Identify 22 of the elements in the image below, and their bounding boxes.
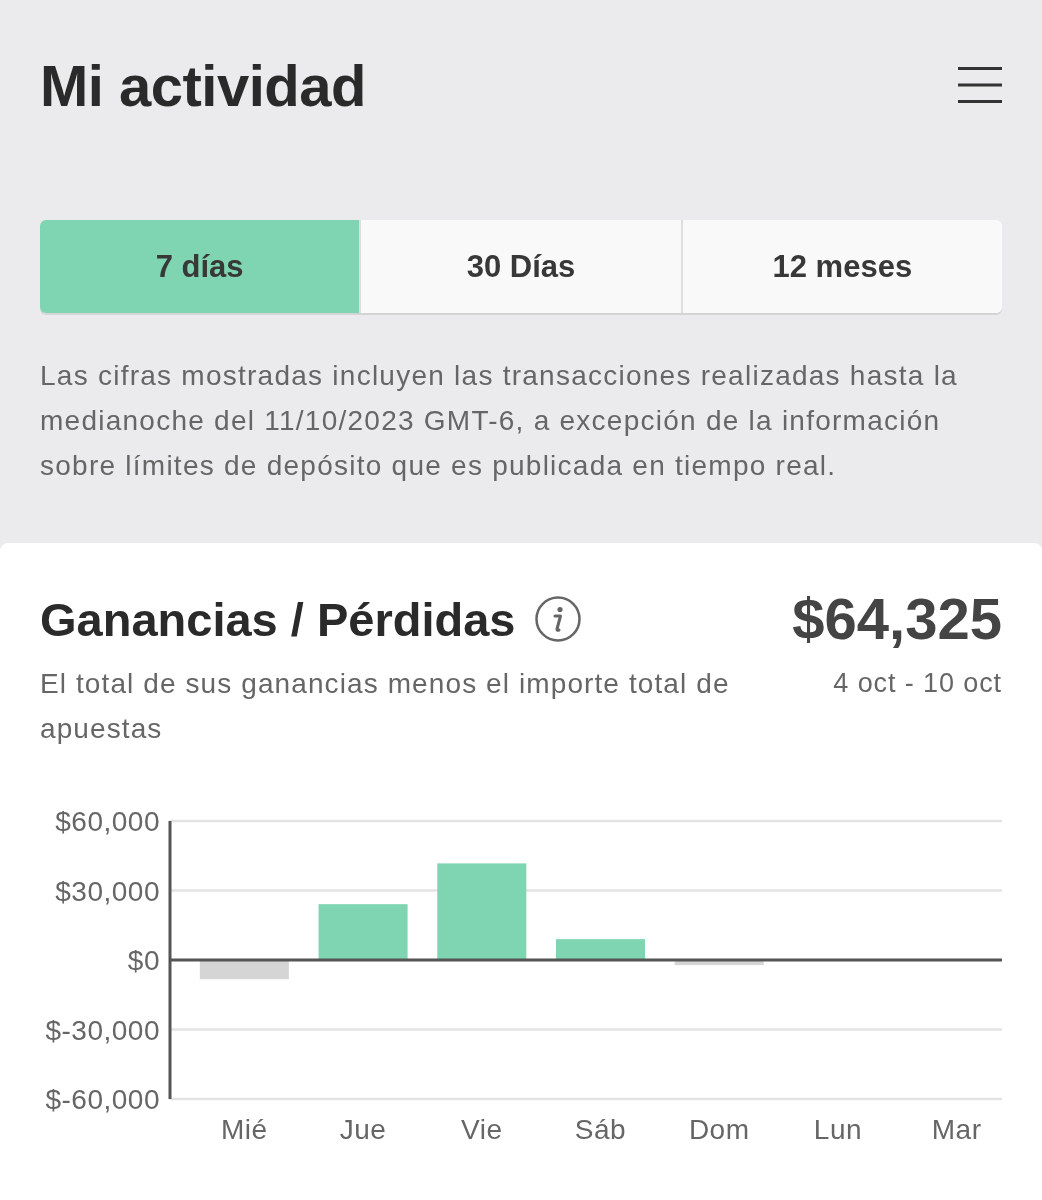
period-tab[interactable]: 12 meses [680,220,1002,313]
card-description: El total de sus ganancias menos el importe total de apuestas [40,667,731,746]
notice-text: Las cifras mostradas incluyen las transacciones realizadas hasta la medianoche del 11/10/2023 GMT-6, a excepción de la información sobre límites de depósito que es publicada en tiempo real. [40,359,959,483]
card-title: Ganancias / Pérdidas [40,591,516,647]
axis-label: Sáb [574,1114,627,1145]
axis-label: $30,000 [55,875,160,907]
menu-icon[interactable] [958,67,1002,103]
axis-label: $0 [127,945,160,976]
axis-label: $-60,000 [45,1084,160,1115]
date-range: 4 oct - 10 oct [832,667,1002,700]
info-icon[interactable] [535,596,582,642]
axis-label: Vie [461,1114,503,1145]
axis-label: Dom [688,1114,750,1145]
axis-label: $60,000 [55,806,160,837]
axis-label: $-30,000 [45,1014,160,1046]
axis-label: Jue [339,1114,387,1145]
period-tab[interactable]: 7 días [40,220,360,313]
total-amount: $64,325 [792,589,1002,649]
axis-label: Mié [221,1114,268,1145]
axis-label: Lun [813,1114,863,1145]
axis-label: Mar [931,1114,982,1145]
page-title: Mi actividad [40,51,366,119]
